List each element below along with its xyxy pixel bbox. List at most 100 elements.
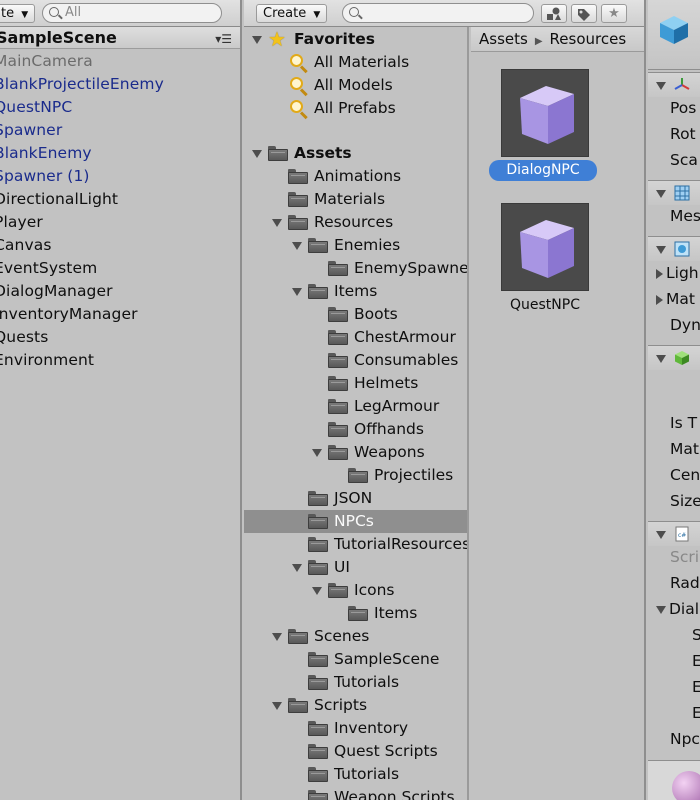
expand-arrow-icon[interactable] <box>656 246 666 254</box>
scene-title: SampleScene <box>0 28 117 47</box>
expand-arrow-icon[interactable] <box>292 564 302 572</box>
folder-label: Items <box>334 282 378 300</box>
npc-field-label: Npc <box>670 730 700 748</box>
scene-menu-icon[interactable]: ▾☰ <box>215 32 232 46</box>
filter-by-label-button[interactable] <box>571 4 597 23</box>
folder-row[interactable]: ChestArmour <box>244 326 467 349</box>
scene-header[interactable]: SampleScene ▾☰ <box>0 27 240 49</box>
dialog-size-label: S <box>692 626 700 644</box>
folder-icon <box>328 583 348 598</box>
folder-row[interactable]: SampleScene <box>244 648 467 671</box>
folder-row[interactable]: JSON <box>244 487 467 510</box>
favorites-row[interactable]: ★ Favorites <box>244 28 467 51</box>
project-create-label: Create <box>263 6 307 21</box>
folder-icon <box>328 353 348 368</box>
hierarchy-item[interactable]: Player <box>0 211 240 234</box>
folder-icon <box>328 422 348 437</box>
breadcrumb-assets[interactable]: Assets <box>479 30 528 48</box>
folder-row[interactable]: Scenes <box>244 625 467 648</box>
folder-row[interactable]: Inventory <box>244 717 467 740</box>
expand-arrow-icon[interactable] <box>252 36 262 44</box>
expand-arrow-icon[interactable] <box>656 190 666 198</box>
folder-row[interactable]: Projectiles <box>244 464 467 487</box>
folder-row[interactable]: Tutorials <box>244 763 467 786</box>
script-component-header[interactable]: c# <box>648 521 700 546</box>
folder-label: Tutorials <box>334 765 400 783</box>
folder-row[interactable]: Weapon Scripts <box>244 786 467 800</box>
hierarchy-item[interactable]: DialogManager <box>0 280 240 303</box>
expand-arrow-icon[interactable] <box>292 242 302 250</box>
folder-row[interactable]: Tutorials <box>244 671 467 694</box>
folder-row[interactable]: UI <box>244 556 467 579</box>
folder-row[interactable]: EnemySpawner <box>244 257 467 280</box>
hierarchy-create-button[interactable]: ate ▼ <box>0 4 36 23</box>
expand-arrow-icon[interactable] <box>252 150 262 158</box>
hierarchy-item[interactable]: MainCamera <box>0 50 240 73</box>
lighting-foldout[interactable]: Ligh <box>656 262 699 285</box>
expand-arrow-icon[interactable] <box>272 702 282 710</box>
project-create-button[interactable]: Create ▼ <box>256 4 328 23</box>
folder-row[interactable]: Scripts <box>244 694 467 717</box>
save-search-button[interactable]: ★ <box>601 4 627 23</box>
folder-row[interactable]: Materials <box>244 188 467 211</box>
folder-icon <box>308 744 328 759</box>
expand-arrow-icon[interactable] <box>272 633 282 641</box>
hierarchy-item[interactable]: Spawner (1) <box>0 165 240 188</box>
box-collider-component-header[interactable] <box>648 345 700 370</box>
folder-row[interactable]: Enemies <box>244 234 467 257</box>
inspector-panel: Pos Rot Sca Mes Ligh Mat Dyn Is T Mat Ce… <box>648 0 700 800</box>
script-field-label: Scri <box>670 548 700 566</box>
favorite-item[interactable]: All Models <box>244 74 467 97</box>
expand-arrow-icon[interactable] <box>656 82 666 90</box>
project-folder-tree: ★ Favorites All Materials All Models All P… <box>244 27 469 800</box>
material-preview-section <box>648 760 700 800</box>
hierarchy-item[interactable]: Canvas <box>0 234 240 257</box>
folder-row[interactable]: NPCs <box>244 510 467 533</box>
cube-preview-icon <box>520 86 574 144</box>
expand-arrow-icon[interactable] <box>312 587 322 595</box>
expand-arrow-icon[interactable] <box>312 449 322 457</box>
expand-arrow-icon[interactable] <box>272 219 282 227</box>
dialog-foldout[interactable]: Dial <box>656 598 699 621</box>
folder-row[interactable]: Icons <box>244 579 467 602</box>
hierarchy-item[interactable]: QuestNPC <box>0 96 240 119</box>
folder-row[interactable]: Animations <box>244 165 467 188</box>
folder-row[interactable]: Quest Scripts <box>244 740 467 763</box>
hierarchy-item[interactable]: EventSystem <box>0 257 240 280</box>
mesh-filter-component-header[interactable] <box>648 180 700 205</box>
expand-arrow-icon[interactable] <box>656 531 666 539</box>
hierarchy-item[interactable]: Quests <box>0 326 240 349</box>
folder-row[interactable]: LegArmour <box>244 395 467 418</box>
folder-row[interactable]: Consumables <box>244 349 467 372</box>
expand-arrow-icon[interactable] <box>656 355 666 363</box>
favorite-item[interactable]: All Materials <box>244 51 467 74</box>
expand-arrow-icon[interactable] <box>292 288 302 296</box>
hierarchy-item[interactable]: BlankEnemy <box>0 142 240 165</box>
project-search-input[interactable] <box>342 3 534 23</box>
hierarchy-item[interactable]: DirectionalLight <box>0 188 240 211</box>
folder-row[interactable]: Helmets <box>244 372 467 395</box>
project-panel: Create ▼ ★ ★ Favorites All Materials All … <box>244 0 646 800</box>
favorite-item[interactable]: All Prefabs <box>244 97 467 120</box>
folder-row[interactable]: Weapons <box>244 441 467 464</box>
folder-row[interactable]: TutorialResources <box>244 533 467 556</box>
folder-row[interactable]: Boots <box>244 303 467 326</box>
folder-row[interactable]: Items <box>244 602 467 625</box>
mesh-renderer-component-header[interactable] <box>648 236 700 261</box>
assets-root-row[interactable]: Assets <box>244 142 467 165</box>
transform-component-header[interactable] <box>648 72 700 97</box>
folder-row[interactable]: Items <box>244 280 467 303</box>
folder-icon <box>348 606 368 621</box>
folder-label: LegArmour <box>354 397 440 415</box>
hierarchy-item[interactable]: InventoryManager <box>0 303 240 326</box>
inspector-header <box>648 0 700 70</box>
folder-row[interactable]: Offhands <box>244 418 467 441</box>
breadcrumb-resources[interactable]: Resources <box>550 30 627 48</box>
hierarchy-search-input[interactable]: All <box>42 3 222 23</box>
hierarchy-item[interactable]: BlankProjectileEnemy <box>0 73 240 96</box>
filter-by-type-button[interactable] <box>541 4 567 23</box>
materials-foldout[interactable]: Mat <box>656 288 695 311</box>
folder-row[interactable]: Resources <box>244 211 467 234</box>
hierarchy-item[interactable]: Spawner <box>0 119 240 142</box>
hierarchy-item[interactable]: Environment <box>0 349 240 372</box>
